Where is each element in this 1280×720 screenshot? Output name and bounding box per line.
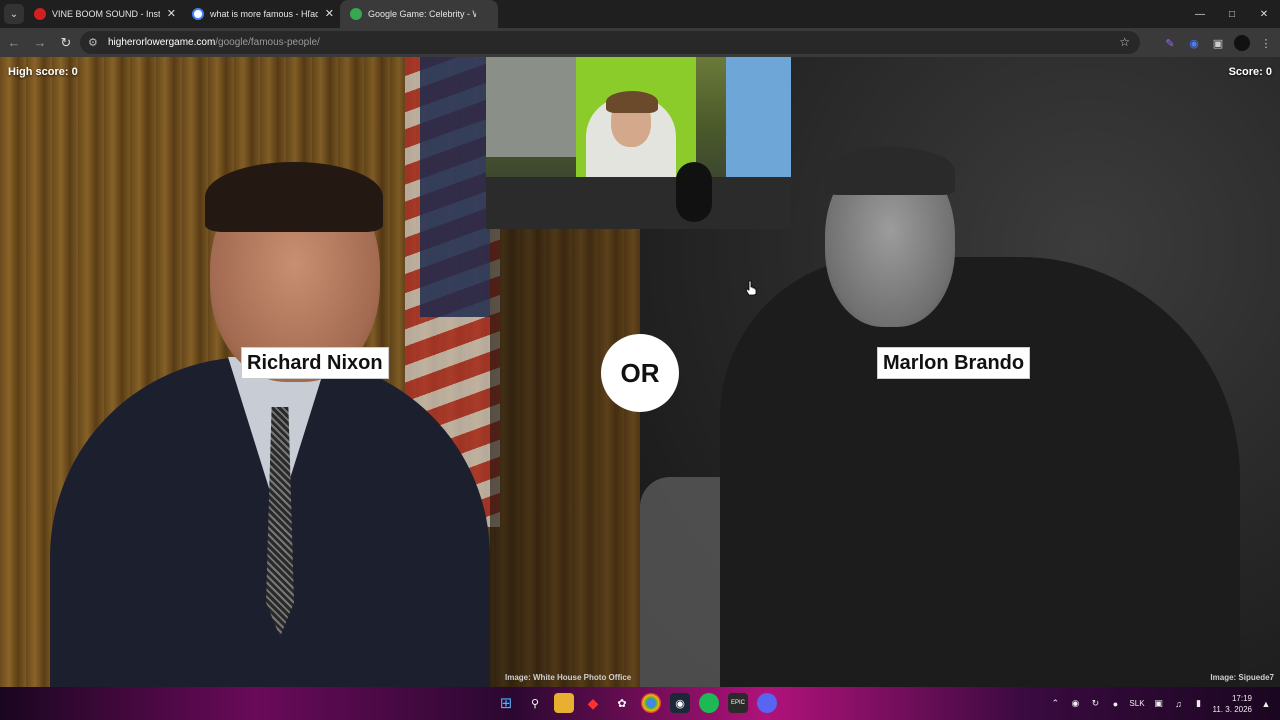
site-info-icon[interactable]: ⚙ [88,36,104,49]
vine-boom-favicon-icon [34,8,46,20]
browser-toolbar: ← → ↻ ⚙ higherorlowergame.com/google/fam… [0,28,1280,57]
brando-body-image [720,257,1240,687]
right-image-credit[interactable]: Image: Sipuede7 [1210,673,1274,682]
game-favicon-icon [350,8,362,20]
volume-icon[interactable]: ♫ [1173,698,1185,710]
steam-icon[interactable]: ◉ [670,693,690,713]
right-name-label: Marlon Brando [878,348,1030,378]
lens-extension-icon[interactable]: ◉ [1186,35,1202,51]
chevron-up-icon[interactable]: ⌃ [1049,698,1061,710]
url-path: /google/famous-people/ [215,37,320,48]
window-controls: — □ ✕ [1184,0,1280,28]
hand-cursor-icon [745,280,757,296]
windows-taskbar: ⊞ ⚲ ◆ ✿ ◉ EPIC ⌃ ◉ ↻ ● SLK ▣ ♫ ▮ 17:19 1… [0,687,1280,720]
language-indicator[interactable]: SLK [1129,699,1144,708]
tab-search-chevron-icon[interactable]: ⌄ [4,4,24,24]
webcam-desk [486,177,791,229]
battery-icon[interactable]: ▮ [1193,698,1205,710]
tray-app-icon[interactable]: ◉ [1069,698,1081,710]
tab-title: Google Game: Celebrity - Who [368,9,476,19]
webcam-microphone [676,162,712,222]
url-host: higherorlowergame.com [108,37,216,48]
taskbar-apps: ⊞ ⚲ ◆ ✿ ◉ EPIC [496,693,777,713]
network-icon[interactable]: ▣ [1153,698,1165,710]
brando-hair-image [825,147,955,195]
menu-kebab-icon[interactable]: ⋮ [1258,35,1274,51]
tab-strip: ⌄ VINE BOOM SOUND - Instant S ✕ what is … [0,0,1280,28]
red-diamond-app-icon[interactable]: ◆ [583,693,603,713]
close-tab-icon[interactable]: ✕ [325,7,334,20]
toolbar-extensions: ✎ ◉ ▣ ⋮ [1162,31,1274,55]
spotify-icon[interactable] [699,693,719,713]
left-image-credit[interactable]: Image: White House Photo Office [505,673,631,682]
profile-avatar-icon[interactable] [1234,35,1250,51]
clock[interactable]: 17:19 11. 3. 2026 [1213,693,1252,715]
search-icon[interactable]: ⚲ [525,693,545,713]
game-area: High score: 0 Score: 0 Richard Nixon Mar… [0,57,1280,687]
tab-title: what is more famous - Hľadať G [210,9,318,19]
minimize-icon[interactable]: — [1184,0,1216,28]
webcam-overlay [486,57,791,229]
reload-icon[interactable]: ↻ [54,31,78,55]
google-favicon-icon [192,8,204,20]
webcam-hair [606,91,658,113]
extensions-puzzle-icon[interactable]: ▣ [1210,35,1226,51]
score-label: Score: 0 [1228,66,1272,78]
start-windows-icon[interactable]: ⊞ [496,693,516,713]
forward-arrow-icon[interactable]: → [28,31,52,55]
tab-title: VINE BOOM SOUND - Instant S [52,9,160,19]
left-name-label: Richard Nixon [242,348,388,378]
url-text: higherorlowergame.com/google/famous-peop… [108,37,320,48]
notification-bell-icon[interactable]: ▲ [1260,698,1272,710]
system-tray: ⌃ ◉ ↻ ● SLK ▣ ♫ ▮ 17:19 11. 3. 2026 ▲ [1049,687,1272,720]
epic-games-icon[interactable]: EPIC [728,693,748,713]
curtain-shadow [490,172,640,687]
pen-extension-icon[interactable]: ✎ [1162,35,1178,51]
close-tab-icon[interactable]: ✕ [167,7,176,20]
tab-google-search[interactable]: what is more famous - Hľadať G ✕ [182,0,340,28]
flag-canton-image [420,57,490,317]
sync-icon[interactable]: ↻ [1089,698,1101,710]
microphone-icon[interactable]: ● [1109,698,1121,710]
bookmark-star-icon[interactable]: ☆ [1119,35,1130,49]
tab-vine-boom[interactable]: VINE BOOM SOUND - Instant S ✕ [24,0,182,28]
file-explorer-icon[interactable] [554,693,574,713]
close-window-icon[interactable]: ✕ [1248,0,1280,28]
clock-time: 17:19 [1231,693,1252,703]
tab-google-game[interactable]: Google Game: Celebrity - Who [340,0,498,28]
chrome-icon[interactable] [641,693,661,713]
back-arrow-icon[interactable]: ← [2,31,26,55]
discord-icon[interactable] [757,693,777,713]
address-bar[interactable]: ⚙ higherorlowergame.com/google/famous-pe… [80,31,1140,54]
or-badge: OR [601,334,679,412]
nixon-hair-image [205,162,383,232]
clock-date: 11. 3. 2026 [1212,704,1252,714]
webcam-shelf [486,57,576,157]
chatgpt-icon[interactable]: ✿ [612,693,632,713]
maximize-icon[interactable]: □ [1216,0,1248,28]
high-score-label: High score: 0 [8,66,78,78]
